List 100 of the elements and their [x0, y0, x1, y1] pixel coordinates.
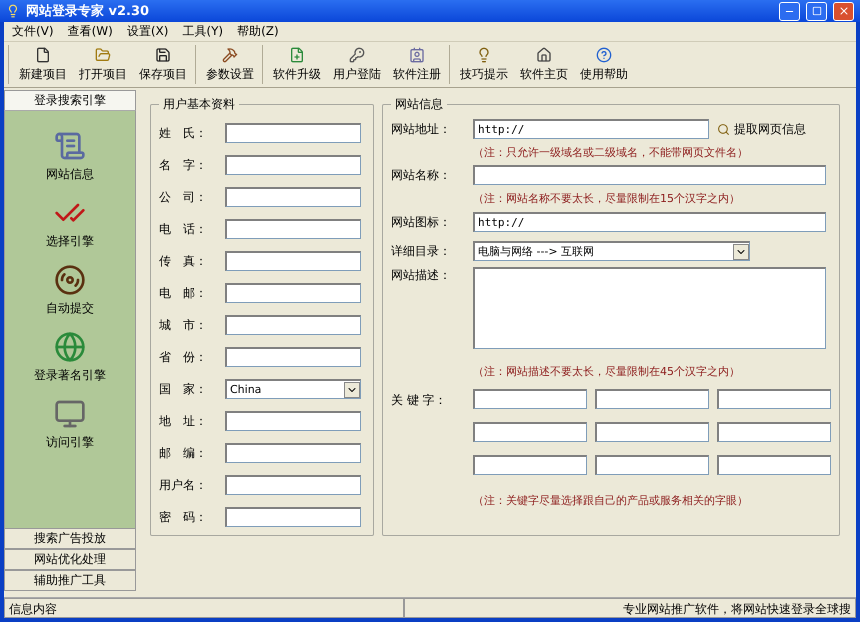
maximize-button[interactable]	[806, 2, 827, 20]
sidebar-section-tab[interactable]: 搜索广告投放	[4, 528, 136, 549]
text-field[interactable]	[225, 155, 361, 175]
toolbar-button[interactable]: 使用帮助	[574, 45, 634, 84]
text-field[interactable]	[225, 315, 361, 335]
toolbar-button[interactable]: 打开项目	[73, 45, 133, 84]
sidebar-item[interactable]: 网站信息	[40, 129, 100, 184]
note-text: （注：只允许一级域名或二级域名，不能带网页文件名）	[472, 144, 749, 160]
group-title: 用户基本资料	[162, 96, 236, 113]
home-icon	[536, 46, 552, 62]
field-label: 国 家：	[159, 380, 208, 398]
text-field[interactable]	[225, 347, 361, 367]
key-icon	[349, 46, 365, 62]
keyword-field[interactable]	[717, 455, 831, 475]
keyword-field[interactable]	[473, 389, 587, 409]
sidebar-item[interactable]: 登录著名引擎	[28, 330, 112, 385]
text-field[interactable]	[225, 475, 361, 495]
field-label: 地 址：	[159, 412, 208, 430]
disc-icon	[54, 264, 86, 296]
globe-icon	[54, 331, 86, 363]
field-label: 详细目录：	[391, 242, 452, 260]
text-field[interactable]	[473, 165, 826, 185]
text-field[interactable]	[225, 283, 361, 303]
keyword-field[interactable]	[717, 422, 831, 442]
field-label: 网站名称：	[391, 166, 452, 184]
field-label: 电 邮：	[159, 284, 208, 302]
status-text: 信息内容	[4, 598, 404, 618]
note-text: （注：网站描述不要太长，尽量限制在45个汉字之内）	[472, 364, 741, 380]
document-icon	[35, 46, 51, 62]
close-icon	[838, 5, 850, 17]
keyword-field[interactable]	[473, 455, 587, 475]
toolbar-button[interactable]: 保存项目	[133, 45, 193, 84]
toolbar-button[interactable]: 技巧提示	[454, 45, 514, 84]
menu-item[interactable]: 帮助(Z)	[233, 23, 283, 40]
category-dropdown[interactable]: 电脑与网络 ---> 互联网	[473, 241, 750, 261]
toolbar-button[interactable]: 软件升级	[267, 45, 327, 84]
field-label: 名 字：	[159, 156, 208, 174]
id-card-icon	[409, 46, 425, 62]
sidebar-section-tab[interactable]: 网站优化处理	[4, 549, 136, 570]
window-title: 网站登录专家 v2.30	[26, 2, 150, 20]
sidebar-item[interactable]: 选择引擎	[40, 196, 100, 251]
field-label: 省 份：	[159, 348, 208, 366]
icon-url-field[interactable]: http://	[473, 212, 826, 232]
field-label: 用户名：	[159, 476, 208, 494]
help-icon	[596, 46, 612, 62]
dropdown-caret-icon	[344, 382, 360, 398]
keyword-field[interactable]	[595, 389, 709, 409]
toolbar-button[interactable]: 用户登陆	[327, 45, 387, 84]
text-field[interactable]	[225, 507, 361, 527]
text-field[interactable]	[225, 219, 361, 239]
sidebar-item[interactable]: 自动提交	[40, 263, 100, 318]
sidebar-item[interactable]: 访问引擎	[40, 397, 100, 452]
text-field[interactable]	[225, 251, 361, 271]
field-label: 网站图标：	[391, 214, 452, 230]
dropdown-caret-icon	[733, 244, 749, 260]
close-button[interactable]	[833, 2, 854, 20]
field-label: 电 话：	[159, 220, 208, 238]
sidebar-section-tab[interactable]: 辅助推广工具	[4, 570, 136, 591]
note-text: （注：关键字尽量选择跟自己的产品或服务相关的字眼）	[472, 492, 749, 508]
fetch-page-info-button[interactable]: 提取网页信息	[717, 120, 806, 138]
keyword-field[interactable]	[473, 422, 587, 442]
url-field[interactable]: http://	[473, 119, 709, 139]
toolbar-button[interactable]: 参数设置	[200, 45, 260, 84]
toolbar-button[interactable]: 软件主页	[514, 45, 574, 84]
menu-item[interactable]: 工具(Y)	[178, 23, 228, 40]
field-label: 密 码：	[159, 508, 208, 526]
maximize-icon	[812, 6, 822, 16]
field-label: 关 键 字：	[391, 392, 448, 409]
description-field[interactable]	[473, 267, 826, 349]
minimize-button[interactable]	[779, 2, 800, 20]
text-field[interactable]	[225, 443, 361, 463]
hammer-icon	[222, 46, 238, 62]
note-text: （注：网站名称不要太长，尽量限制在15个汉字之内）	[472, 190, 741, 206]
field-label: 姓 氏：	[159, 124, 208, 142]
toolbar-button[interactable]: 新建项目	[13, 45, 73, 84]
menu-item[interactable]: 文件(V)	[8, 23, 58, 40]
field-label: 城 市：	[159, 316, 208, 334]
scroll-icon	[54, 130, 86, 162]
text-field[interactable]	[225, 411, 361, 431]
field-label: 公 司：	[159, 188, 208, 206]
field-label: 网站地址：	[391, 120, 452, 138]
keyword-field[interactable]	[595, 422, 709, 442]
status-text: 专业网站推广软件，将网站快速登录全球搜	[404, 598, 856, 618]
country-dropdown[interactable]: China	[225, 379, 361, 399]
menu-item[interactable]: 查看(W)	[64, 23, 117, 40]
app-icon	[6, 4, 20, 18]
keyword-field[interactable]	[595, 455, 709, 475]
sidebar-section-tab[interactable]: 登录搜索引擎	[4, 90, 136, 111]
field-label: 网站描述：	[391, 267, 452, 284]
toolbar-button[interactable]: 软件注册	[387, 45, 447, 84]
search-icon	[717, 122, 730, 136]
text-field[interactable]	[225, 187, 361, 207]
keyword-field[interactable]	[717, 389, 831, 409]
field-label: 邮 编：	[159, 444, 208, 462]
field-label: 传 真：	[159, 252, 208, 270]
monitor-icon	[54, 398, 86, 430]
menu-item[interactable]: 设置(X)	[122, 23, 172, 40]
document-plus-icon	[289, 46, 305, 62]
text-field[interactable]	[225, 123, 361, 143]
group-title: 网站信息	[394, 96, 444, 113]
